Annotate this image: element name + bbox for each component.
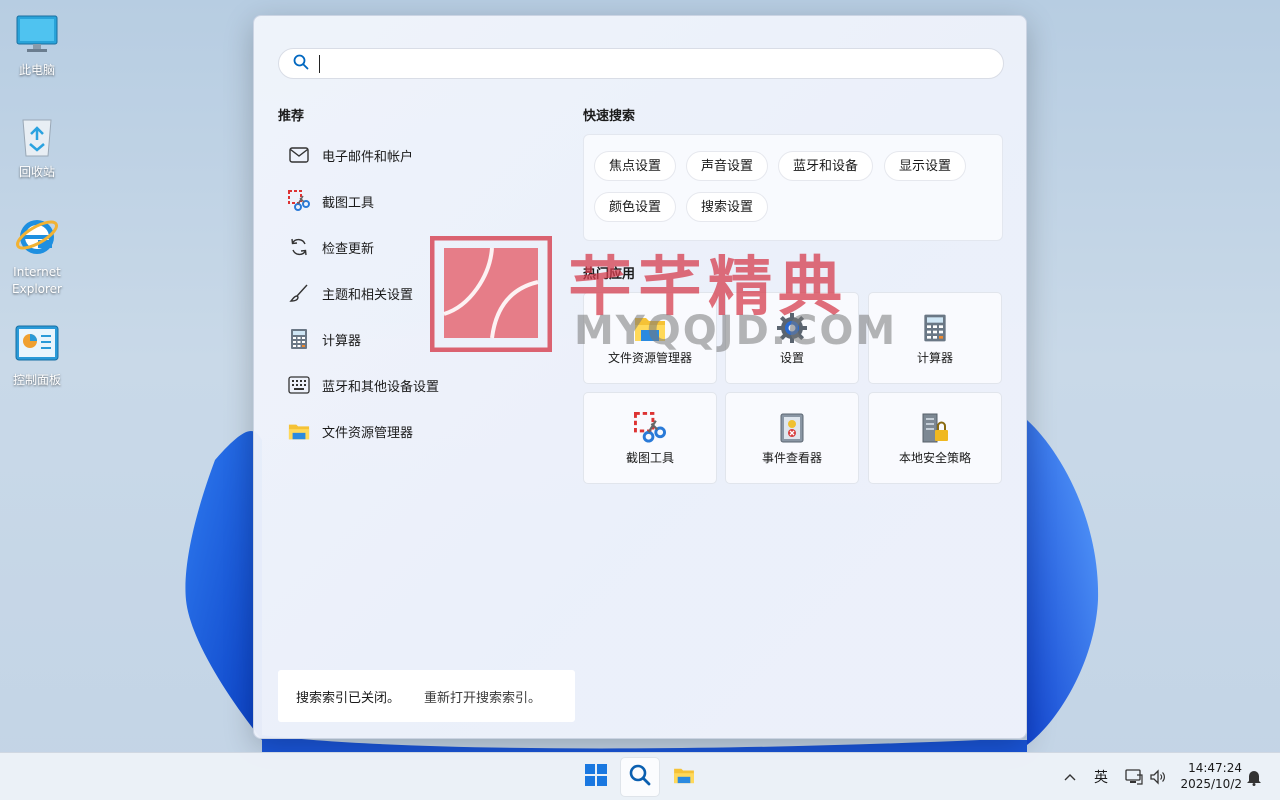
chevron-up-icon: [1064, 769, 1076, 785]
chip-bluetooth-devices[interactable]: 蓝牙和设备: [778, 151, 874, 181]
desktop-icon-label: 回收站: [18, 165, 55, 179]
clock-date: 2025/10/2: [1180, 777, 1242, 791]
reco-item-label: 主题和相关设置: [322, 287, 414, 303]
taskbar-clock[interactable]: 14:47:24 2025/10/2: [1178, 760, 1242, 792]
folder-icon: [673, 766, 695, 788]
index-notice: 搜索索引已关闭。 重新打开搜索索引。: [278, 670, 575, 722]
reco-item-calculator[interactable]: 计算器: [278, 316, 568, 362]
app-tile-file-explorer[interactable]: 文件资源管理器: [583, 292, 717, 384]
search-icon: [293, 54, 309, 74]
app-tile-label: 文件资源管理器: [607, 351, 692, 365]
event-viewer-icon: [775, 411, 809, 445]
windows-logo-icon: [585, 764, 607, 790]
text-caret: [319, 54, 320, 73]
app-tile-label: 事件查看器: [761, 451, 822, 465]
snipping-tool-icon: [633, 411, 667, 445]
app-tile-event-viewer[interactable]: 事件查看器: [725, 392, 859, 484]
brush-icon: [288, 282, 310, 304]
chip-search-settings[interactable]: 搜索设置: [686, 192, 769, 222]
app-tile-settings[interactable]: 设置: [725, 292, 859, 384]
reco-item-mail-accounts[interactable]: 电子邮件和帐户: [278, 132, 568, 178]
app-tile-local-security-policy[interactable]: 本地安全策略: [868, 392, 1002, 484]
mail-icon: [288, 144, 310, 166]
calculator-icon: [918, 311, 952, 345]
reco-item-label: 蓝牙和其他设备设置: [322, 379, 440, 395]
desktop-icon-recycle-bin[interactable]: 回收站: [4, 112, 70, 181]
snipping-tool-icon: [288, 190, 310, 212]
chip-display-settings[interactable]: 显示设置: [884, 151, 967, 181]
desktop-icon-label: 此电脑: [18, 63, 55, 77]
folder-icon: [633, 311, 667, 345]
reenable-index-link[interactable]: 重新打开搜索索引。: [424, 687, 541, 706]
reco-item-themes[interactable]: 主题和相关设置: [278, 270, 568, 316]
reco-item-bluetooth-devices[interactable]: 蓝牙和其他设备设置: [278, 362, 568, 408]
search-icon: [629, 764, 651, 790]
control-panel-icon: [13, 320, 61, 368]
reco-item-snipping-tool[interactable]: 截图工具: [278, 178, 568, 224]
taskbar-search-button[interactable]: [620, 757, 660, 797]
ime-indicator[interactable]: 英: [1090, 753, 1112, 800]
app-tile-label: 设置: [779, 351, 804, 365]
gear-icon: [775, 311, 809, 345]
desktop-icon-label: Internet: [13, 265, 61, 279]
desktop-icon-this-pc[interactable]: 此电脑: [4, 10, 70, 79]
index-notice-text: 搜索索引已关闭。: [296, 690, 401, 706]
volume-icon[interactable]: [1148, 753, 1168, 800]
taskbar-file-explorer-button[interactable]: [664, 757, 704, 797]
desktop-icon-internet-explorer[interactable]: Internet Explorer: [4, 212, 70, 298]
chip-focus-settings[interactable]: 焦点设置: [594, 151, 677, 181]
security-policy-icon: [918, 411, 952, 445]
calculator-icon: [288, 328, 310, 350]
folder-icon: [288, 420, 310, 442]
reco-item-check-updates[interactable]: 检查更新: [278, 224, 568, 270]
internet-explorer-icon: [13, 212, 61, 260]
reco-item-label: 电子邮件和帐户: [322, 149, 414, 165]
refresh-icon: [288, 236, 310, 258]
quick-search-title: 快速搜索: [583, 109, 636, 124]
app-tile-snipping-tool[interactable]: 截图工具: [583, 392, 717, 484]
reco-item-label: 截图工具: [322, 195, 375, 211]
quick-search-box: 焦点设置 声音设置 蓝牙和设备 显示设置 颜色设置 搜索设置: [583, 134, 1003, 241]
reco-item-file-explorer[interactable]: 文件资源管理器: [278, 408, 568, 454]
desktop-icon-control-panel[interactable]: 控制面板: [4, 320, 70, 389]
recommended-title: 推荐: [278, 109, 305, 124]
keyboard-icon: [288, 374, 310, 396]
search-box[interactable]: [278, 48, 1004, 79]
top-apps-title: 热门应用: [583, 267, 636, 282]
reco-item-label: 计算器: [322, 333, 362, 349]
show-hidden-icons-button[interactable]: [1060, 753, 1080, 800]
desktop-icon-label: 控制面板: [12, 373, 61, 387]
search-input[interactable]: [322, 49, 982, 78]
chip-color-settings[interactable]: 颜色设置: [594, 192, 677, 222]
app-tile-label: 计算器: [916, 351, 953, 365]
clock-time: 14:47:24: [1188, 761, 1242, 775]
notification-bell-icon[interactable]: [1244, 753, 1264, 800]
taskbar: 英 14:47:24 2025/10/2: [0, 752, 1280, 800]
app-tile-label: 本地安全策略: [898, 451, 971, 465]
monitor-icon: [13, 10, 61, 58]
app-tile-calculator[interactable]: 计算器: [868, 292, 1002, 384]
recycle-bin-icon: [13, 112, 61, 160]
app-tile-label: 截图工具: [625, 451, 674, 465]
start-button[interactable]: [576, 757, 616, 797]
chip-sound-settings[interactable]: 声音设置: [686, 151, 769, 181]
desktop-icon-label-line2: Explorer: [12, 282, 62, 296]
recommended-list: 电子邮件和帐户 截图工具 检查更新 主题和相关设置 计算器 蓝牙和其他设备设置 …: [278, 132, 568, 454]
network-icon[interactable]: [1124, 753, 1144, 800]
reco-item-label: 检查更新: [322, 241, 375, 257]
search-panel: 推荐 电子邮件和帐户 截图工具 检查更新 主题和相关设置 计算器 蓝牙和其他设备…: [253, 15, 1027, 739]
reco-item-label: 文件资源管理器: [322, 425, 414, 441]
